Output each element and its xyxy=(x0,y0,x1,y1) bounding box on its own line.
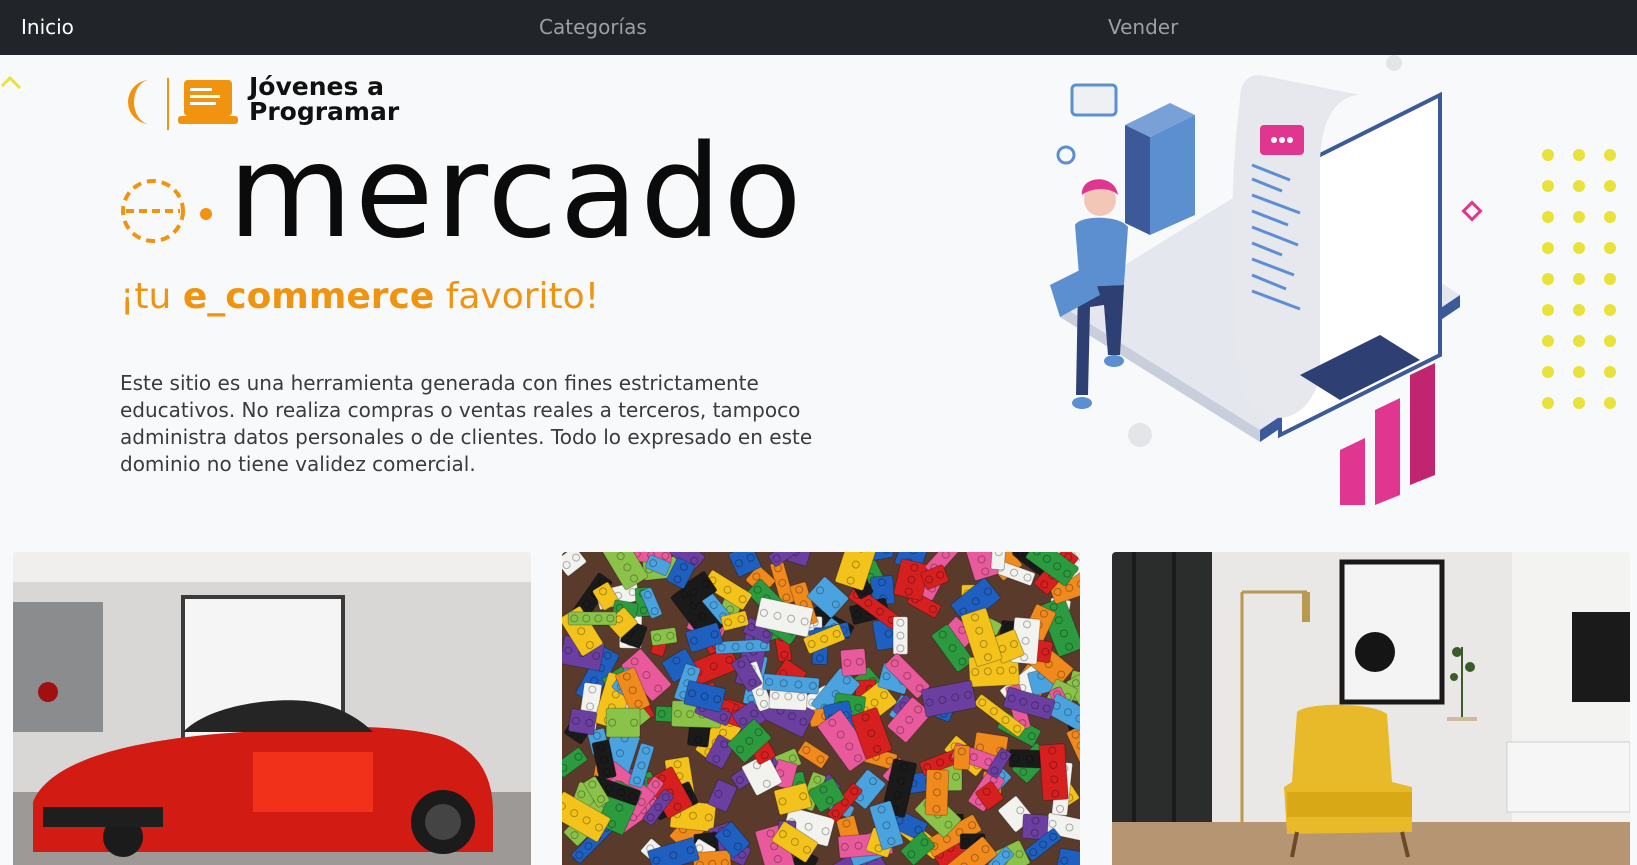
product-cards xyxy=(0,552,1637,865)
card-yellow-armchair[interactable] xyxy=(1112,552,1630,865)
tagline-suffix: favorito! xyxy=(434,276,600,317)
emercado-wordmark: mercado xyxy=(120,118,820,270)
top-navbar: Inicio Categorías Vender xyxy=(0,0,1637,55)
hero-tagline: ¡tu e_commerce favorito! xyxy=(120,276,599,317)
wordmark-text: mercado xyxy=(228,118,804,267)
card-lego-bricks[interactable] xyxy=(562,552,1080,865)
developer-illustration xyxy=(1050,55,1616,505)
e-logo-icon xyxy=(121,179,212,243)
person-figure xyxy=(1050,179,1128,409)
nav-link-vender[interactable]: Vender xyxy=(1108,15,1178,39)
nav-link-inicio[interactable]: Inicio xyxy=(21,15,74,39)
chevron-up-icon xyxy=(0,75,22,90)
lego-bricks-photo xyxy=(562,552,1080,865)
yellow-armchair-livingroom-photo xyxy=(1112,552,1630,865)
nav-link-categorias[interactable]: Categorías xyxy=(539,15,647,39)
brand-icon xyxy=(128,78,238,130)
tagline-prefix: ¡tu xyxy=(120,276,183,317)
tagline-bold: e_commerce xyxy=(182,276,435,317)
red-sports-car-photo xyxy=(13,552,531,865)
card-red-sports-car[interactable] xyxy=(13,552,531,865)
dot-grid-decoration xyxy=(1542,149,1616,409)
brand-name: Jóvenes a Programar xyxy=(249,72,400,126)
disclaimer-text: Este sitio es una herramienta generada c… xyxy=(120,371,813,476)
